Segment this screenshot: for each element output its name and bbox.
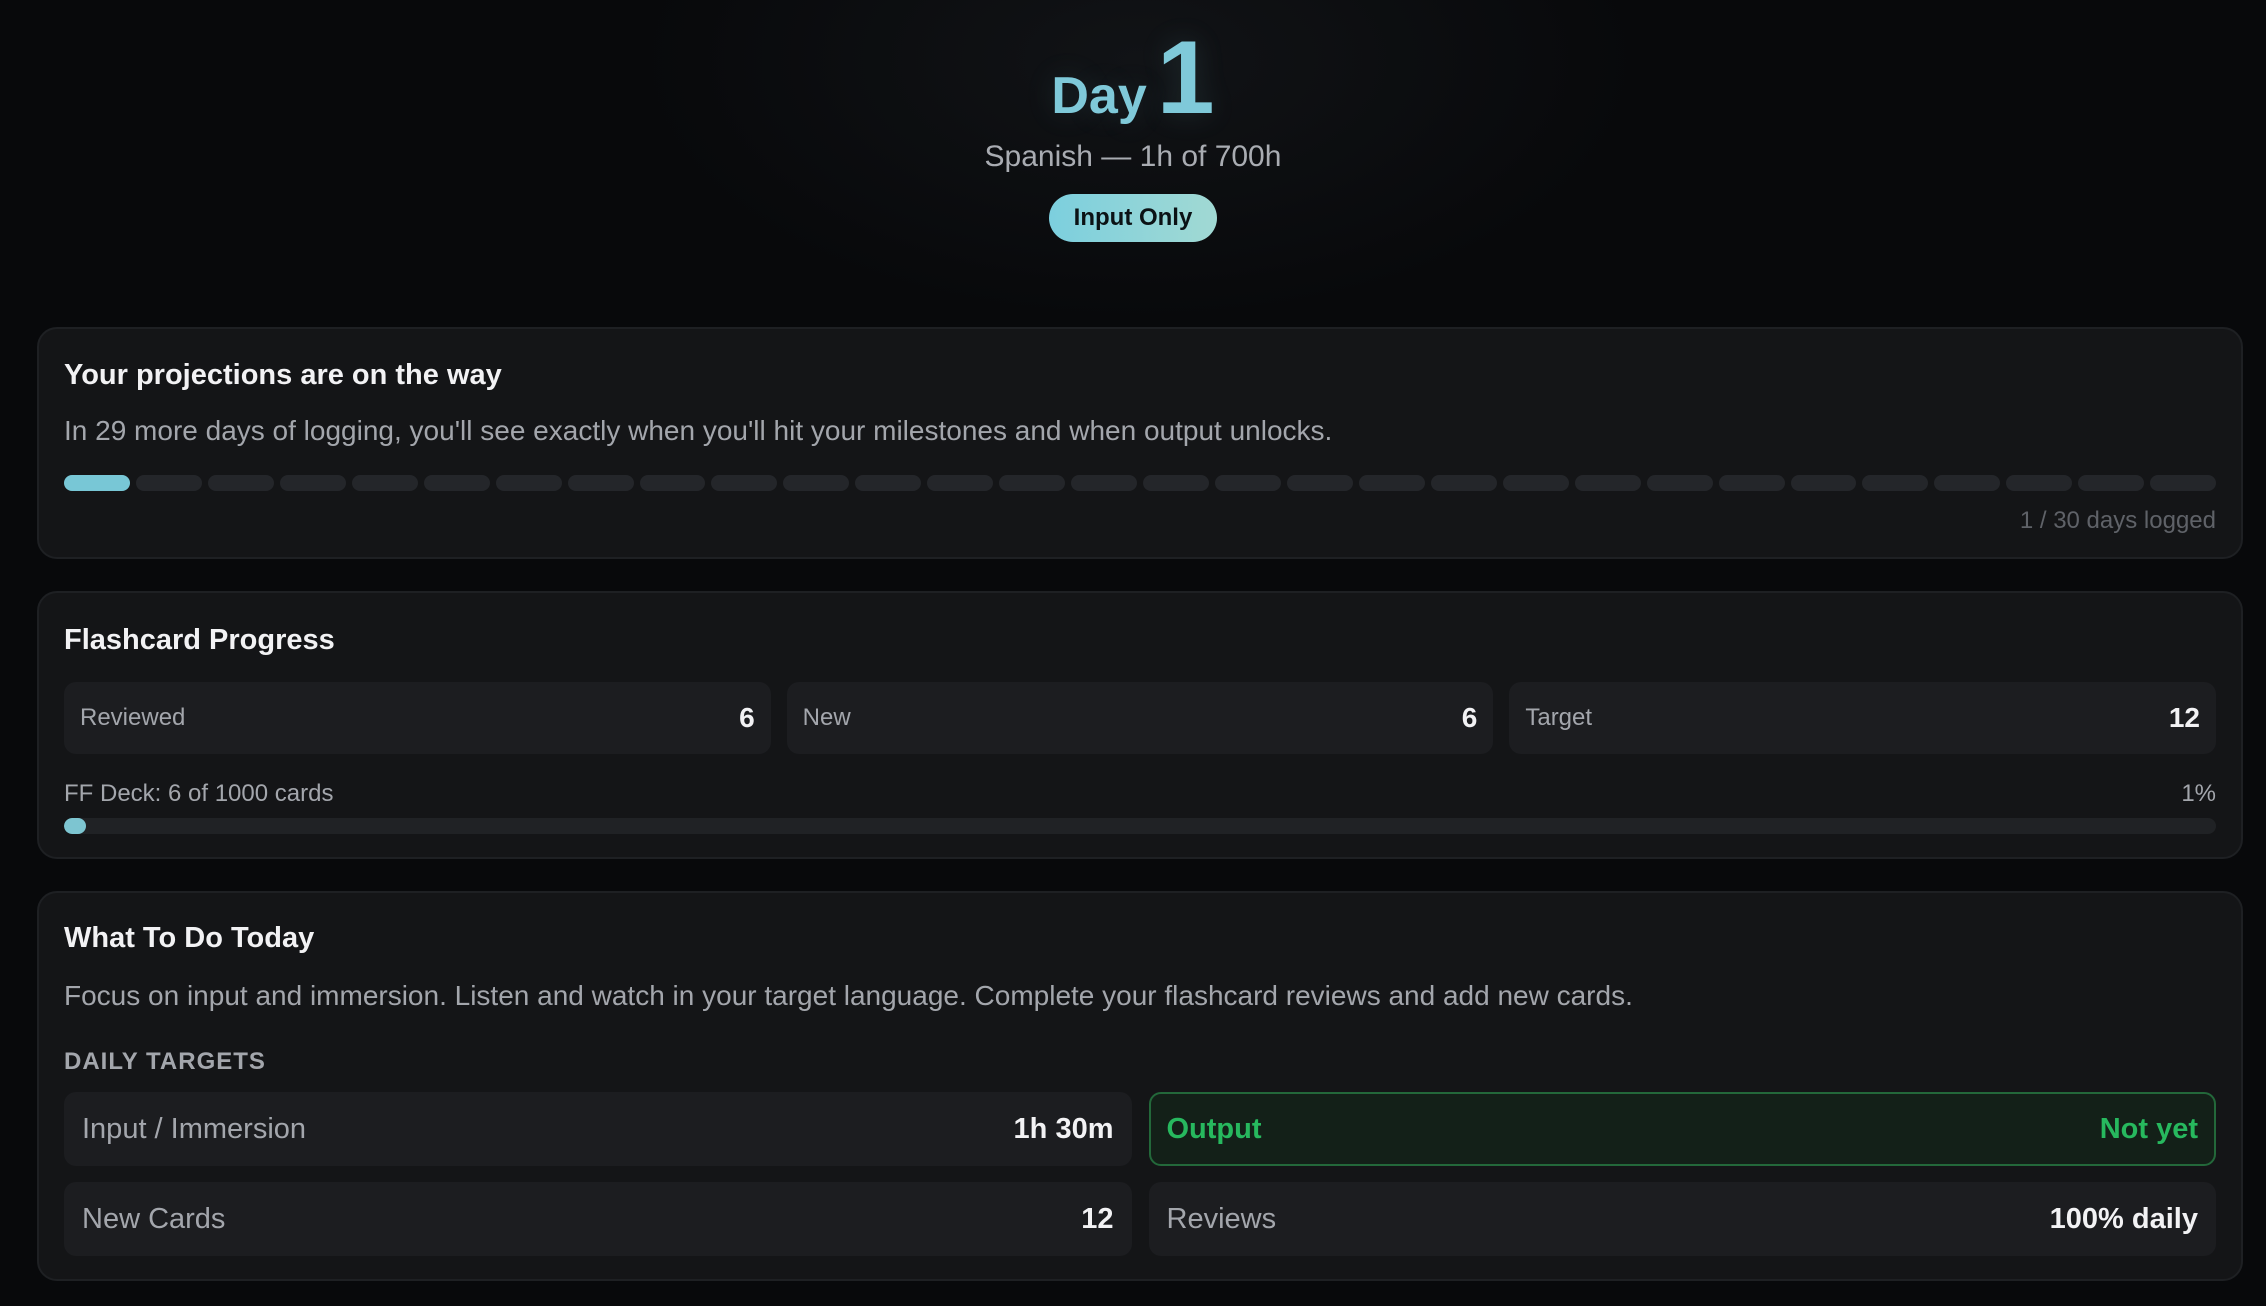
stat-value: 12: [2168, 702, 2201, 733]
day-segment: [1790, 475, 1857, 491]
target-output: Output Not yet: [1148, 1092, 2216, 1166]
day-segment: [279, 475, 346, 491]
today-card: What To Do Today Focus on input and imme…: [37, 891, 2243, 1281]
daily-targets-heading: DAILY TARGETS: [64, 1048, 266, 1075]
day-segment: [135, 475, 202, 491]
phase-badge: Input Only: [1048, 194, 1218, 242]
stat-value: 6: [739, 702, 755, 733]
projections-message: In 29 more days of logging, you'll see e…: [64, 415, 1333, 446]
target-input-immersion: Input / Immersion 1h 30m: [64, 1092, 1132, 1166]
day-segment: [855, 475, 922, 491]
day-segment: [1718, 475, 1785, 491]
stat-reviewed: Reviewed 6: [64, 682, 771, 754]
day-segment: [2078, 475, 2145, 491]
day-segment: [639, 475, 706, 491]
day-segment: [783, 475, 850, 491]
day-segment: [927, 475, 994, 491]
day-segment: [1071, 475, 1138, 491]
day-segment: [1574, 475, 1641, 491]
target-new-cards: New Cards 12: [64, 1182, 1132, 1256]
day-segment: [1430, 475, 1497, 491]
day-segment: [711, 475, 778, 491]
stat-label: New: [802, 704, 851, 731]
day-segment: [207, 475, 274, 491]
days-logged-label: 1 / 30 days logged: [2019, 507, 2216, 534]
target-label: Output: [1166, 1112, 1262, 1145]
flashcard-progress-title: Flashcard Progress: [64, 624, 335, 656]
target-value: 12: [1081, 1202, 1114, 1235]
target-value: 100% daily: [2049, 1202, 2198, 1235]
target-label: Input / Immersion: [82, 1112, 307, 1145]
target-value: 1h 30m: [1013, 1112, 1114, 1145]
day-segment: [567, 475, 634, 491]
day-word: Day: [1051, 67, 1147, 125]
stat-new: New 6: [786, 682, 1494, 754]
day-segment: [351, 475, 418, 491]
day-segment: [2150, 475, 2217, 491]
daily-targets-grid: Input / Immersion 1h 30m Output Not yet …: [64, 1092, 2216, 1256]
stat-value: 6: [1461, 702, 1478, 733]
today-message: Focus on input and immersion. Listen and…: [64, 980, 1633, 1011]
target-label: New Cards: [82, 1202, 226, 1235]
stat-label: Reviewed: [80, 704, 186, 731]
projections-title: Your projections are on the way: [64, 359, 502, 391]
projections-card: Your projections are on the way In 29 mo…: [37, 327, 2243, 559]
day-segment: [1502, 475, 1569, 491]
day-segment: [999, 475, 1066, 491]
stat-label: Target: [1525, 704, 1593, 731]
target-label: Reviews: [1166, 1202, 1277, 1235]
day-segment: [1286, 475, 1353, 491]
deck-percent: 1%: [2181, 780, 2216, 807]
deck-progress-fill: [64, 818, 86, 834]
target-reviews: Reviews 100% daily: [1148, 1182, 2216, 1256]
day-segment: [495, 475, 562, 491]
stat-target: Target 12: [1509, 682, 2217, 754]
day-segment: [2006, 475, 2073, 491]
day-header: Day 1 Spanish — 1h of 700h Input Only: [0, 0, 2266, 300]
day-number: 1: [1156, 20, 1215, 136]
today-title: What To Do Today: [64, 922, 315, 954]
target-value: Not yet: [2099, 1112, 2198, 1145]
day-segment: [1358, 475, 1425, 491]
language-progress-subtitle: Spanish — 1h of 700h: [984, 140, 1282, 173]
day-segment: [1862, 475, 1929, 491]
day-counter: Day 1: [1051, 20, 1215, 136]
day-segment: [423, 475, 490, 491]
day-segment: [1646, 475, 1713, 491]
day-segment: [1143, 475, 1209, 491]
day-segment: [64, 475, 130, 491]
day-segment: [1215, 475, 1281, 491]
flashcard-progress-card: Flashcard Progress Reviewed 6 New 6 Targ…: [37, 591, 2243, 859]
flashcard-stats: Reviewed 6 New 6 Target 12: [64, 682, 2217, 754]
day-segment: [1934, 475, 2001, 491]
deck-progress-bar: [64, 818, 2216, 834]
deck-label: FF Deck: 6 of 1000 cards: [64, 780, 334, 807]
days-logged-tracker: [64, 475, 2217, 491]
